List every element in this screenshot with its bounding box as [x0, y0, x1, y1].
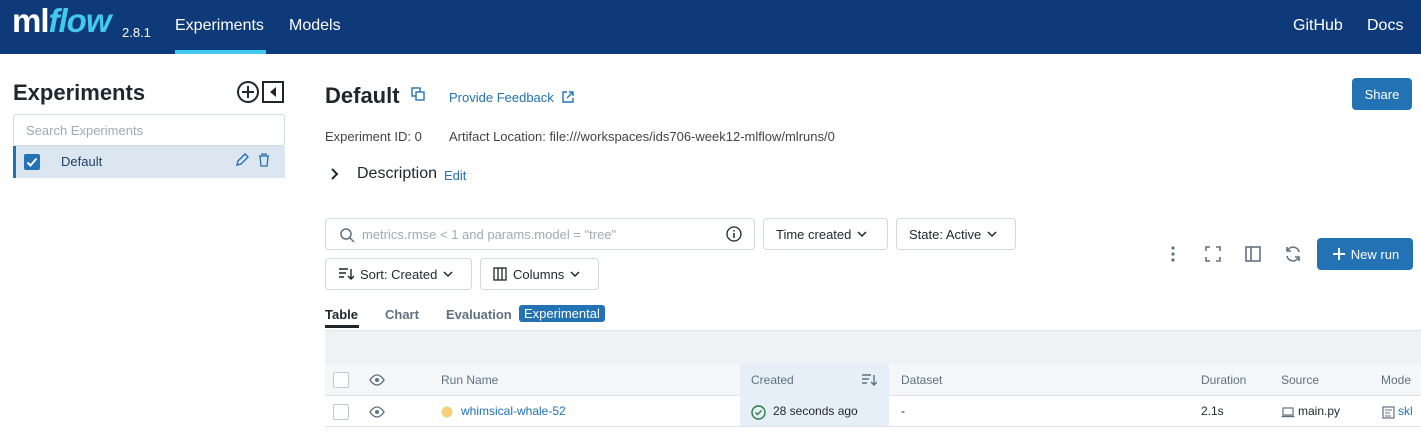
- header-source[interactable]: Source: [1281, 373, 1319, 387]
- sidebar-title: Experiments: [13, 80, 146, 105]
- external-link-icon: [562, 91, 575, 103]
- header-dataset[interactable]: Dataset: [901, 373, 942, 387]
- chevron-down-icon: [443, 271, 453, 278]
- search-icon: [340, 228, 355, 243]
- nav-docs[interactable]: Docs: [1367, 17, 1403, 35]
- chevron-down-icon: [987, 231, 997, 238]
- experiment-id: Experiment ID: 0: [325, 129, 422, 144]
- side-panel-icon[interactable]: [1243, 244, 1263, 264]
- fullscreen-icon[interactable]: [1203, 244, 1223, 264]
- active-tab-indicator: [325, 325, 359, 328]
- header-run-name[interactable]: Run Name: [441, 373, 498, 387]
- run-duration: 2.1s: [1201, 404, 1224, 418]
- chevron-right-icon[interactable]: [328, 166, 342, 182]
- add-experiment-icon[interactable]: [236, 80, 260, 104]
- tab-chart[interactable]: Chart: [385, 307, 419, 322]
- model-icon: [1381, 405, 1395, 419]
- state-dropdown[interactable]: State: Active: [896, 218, 1016, 250]
- refresh-icon[interactable]: [1283, 244, 1303, 264]
- search-placeholder: metrics.rmse < 1 and params.model = "tre…: [362, 227, 617, 242]
- select-all-checkbox[interactable]: [333, 372, 349, 388]
- copy-icon[interactable]: [410, 86, 426, 102]
- description-edit-link[interactable]: Edit: [444, 168, 466, 183]
- header-created[interactable]: Created: [751, 373, 794, 387]
- nav-experiments[interactable]: Experiments: [175, 17, 264, 35]
- run-color-dot-icon: [441, 406, 453, 418]
- run-created: 28 seconds ago: [773, 404, 858, 418]
- tab-table[interactable]: Table: [325, 307, 358, 322]
- experimental-badge: Experimental: [519, 305, 605, 322]
- info-icon[interactable]: [726, 226, 742, 242]
- run-dataset: -: [901, 404, 905, 418]
- eye-icon[interactable]: [368, 404, 386, 420]
- nav-active-indicator: [175, 50, 266, 54]
- top-navbar: mlflow 2.8.1 Experiments Models GitHub D…: [0, 0, 1421, 54]
- collapse-sidebar-icon[interactable]: [261, 80, 285, 104]
- laptop-icon: [1281, 405, 1295, 419]
- edit-pencil-icon[interactable]: [234, 152, 250, 168]
- share-button[interactable]: Share: [1352, 78, 1412, 110]
- new-run-button[interactable]: New run: [1317, 238, 1413, 270]
- artifact-location: Artifact Location: file:///workspaces/id…: [449, 129, 835, 144]
- mlflow-logo[interactable]: mlflow: [12, 2, 111, 40]
- sort-icon: [339, 268, 354, 280]
- search-experiments-input[interactable]: Search Experiments: [13, 114, 285, 146]
- chevron-down-icon: [857, 231, 867, 238]
- header-models[interactable]: Mode: [1381, 373, 1411, 387]
- chevron-down-icon: [570, 271, 580, 278]
- description-toggle[interactable]: Description: [357, 165, 437, 183]
- trash-icon[interactable]: [256, 152, 272, 168]
- tab-evaluation[interactable]: Evaluation: [446, 307, 512, 322]
- table-group-header: [325, 330, 1421, 364]
- provide-feedback-link[interactable]: Provide Feedback: [449, 90, 575, 105]
- header-duration[interactable]: Duration: [1201, 373, 1246, 387]
- nav-github[interactable]: GitHub: [1293, 17, 1343, 35]
- more-options-icon[interactable]: [1163, 244, 1183, 264]
- run-name-link[interactable]: whimsical-whale-52: [461, 404, 566, 418]
- version-label: 2.8.1: [122, 25, 151, 40]
- page-title: Default: [325, 83, 400, 108]
- experiment-checkbox[interactable]: [24, 154, 40, 170]
- row-checkbox[interactable]: [333, 404, 349, 420]
- columns-icon: [493, 267, 507, 281]
- success-check-icon: [750, 404, 766, 420]
- experiment-name: Default: [61, 154, 103, 169]
- sort-descending-icon[interactable]: [860, 372, 878, 388]
- sort-dropdown[interactable]: Sort: Created: [325, 258, 472, 290]
- experiment-item-default[interactable]: Default: [13, 146, 285, 178]
- columns-dropdown[interactable]: Columns: [480, 258, 599, 290]
- plus-icon: [1332, 248, 1345, 260]
- run-source[interactable]: main.py: [1298, 404, 1340, 418]
- nav-models[interactable]: Models: [289, 17, 341, 35]
- eye-icon[interactable]: [368, 372, 386, 388]
- run-search-input[interactable]: metrics.rmse < 1 and params.model = "tre…: [325, 218, 755, 250]
- time-created-dropdown[interactable]: Time created: [763, 218, 888, 250]
- run-model-link[interactable]: skl: [1398, 404, 1413, 418]
